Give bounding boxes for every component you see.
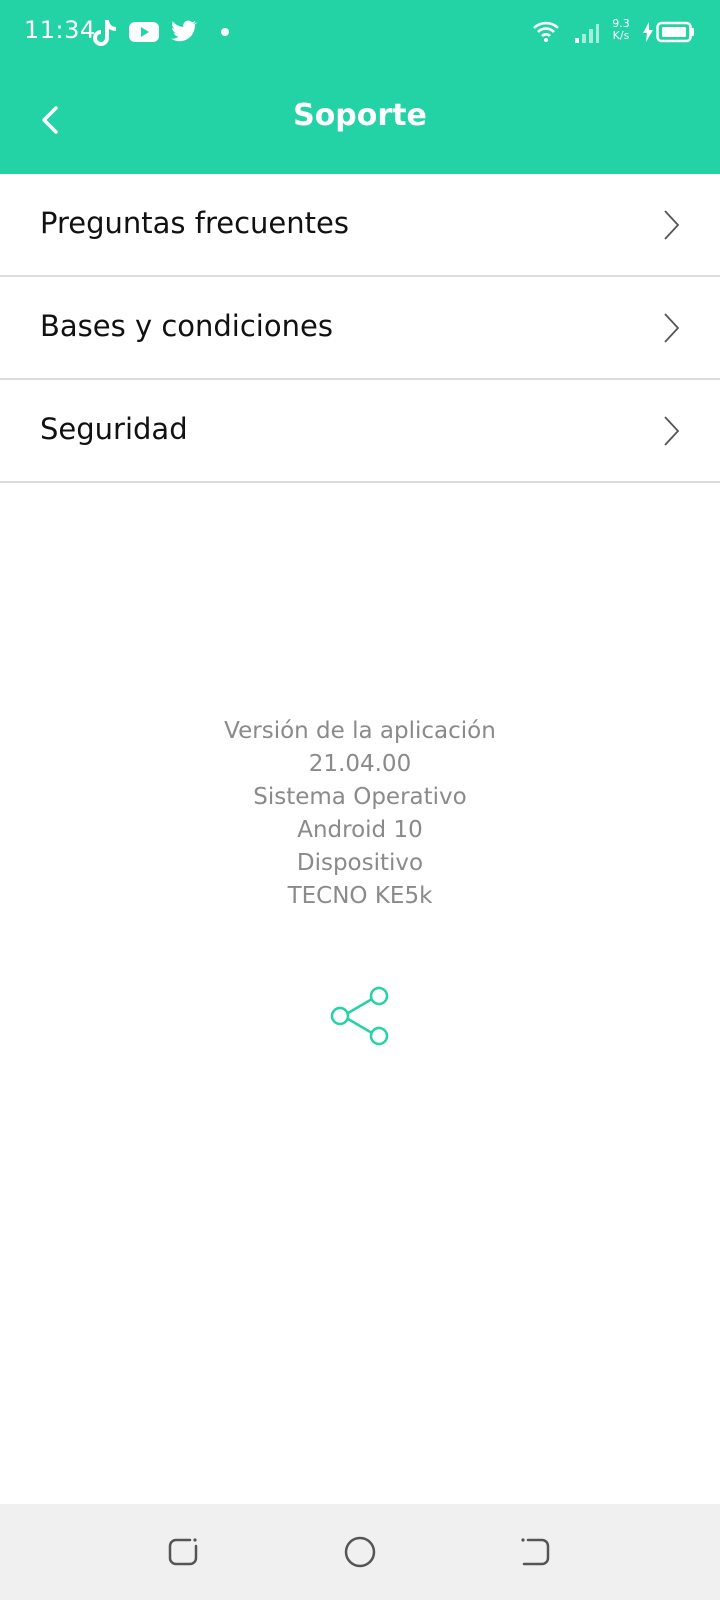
twitter-icon — [171, 20, 198, 42]
os-label: Sistema Operativo — [253, 784, 467, 810]
charging-icon — [643, 22, 653, 42]
page-title: Soporte — [293, 98, 427, 133]
version-label: Versión de la aplicación — [224, 718, 496, 744]
tiktok-icon — [93, 20, 116, 46]
menu-item-label: Seguridad — [40, 412, 188, 446]
recent-apps-icon[interactable] — [164, 1532, 204, 1572]
device-value: TECNO KE5k — [287, 883, 433, 909]
chevron-right-icon — [664, 313, 680, 343]
net-speed-unit: K/s — [612, 29, 630, 42]
menu-item-security[interactable]: Seguridad — [0, 380, 720, 483]
chevron-right-icon — [664, 210, 680, 240]
home-icon[interactable] — [340, 1532, 380, 1572]
menu-item-label: Bases y condiciones — [40, 309, 333, 343]
version-value: 21.04.00 — [308, 751, 412, 777]
status-bar: 11:34 9.3 K/s — [0, 0, 720, 64]
battery-icon — [656, 21, 694, 43]
signal-icon — [575, 24, 599, 43]
support-menu: Preguntas frecuentes Bases y condiciones… — [0, 174, 720, 483]
app-info: Versión de la aplicación 21.04.00 Sistem… — [0, 715, 720, 913]
menu-item-label: Preguntas frecuentes — [40, 206, 349, 240]
back-icon[interactable] — [516, 1532, 556, 1572]
share-icon — [330, 986, 389, 1046]
share-button[interactable] — [328, 986, 392, 1046]
system-nav-bar — [0, 1504, 720, 1600]
app-bar: Soporte — [0, 64, 720, 174]
status-time: 11:34 — [24, 16, 96, 44]
notification-dot — [221, 28, 229, 36]
menu-item-terms[interactable]: Bases y condiciones — [0, 277, 720, 380]
chevron-right-icon — [664, 416, 680, 446]
os-value: Android 10 — [297, 817, 423, 843]
wifi-icon — [533, 21, 559, 42]
menu-item-faq[interactable]: Preguntas frecuentes — [0, 174, 720, 277]
device-label: Dispositivo — [296, 850, 424, 876]
youtube-icon — [129, 22, 159, 42]
net-speed: 9.3 K/s — [608, 18, 634, 42]
